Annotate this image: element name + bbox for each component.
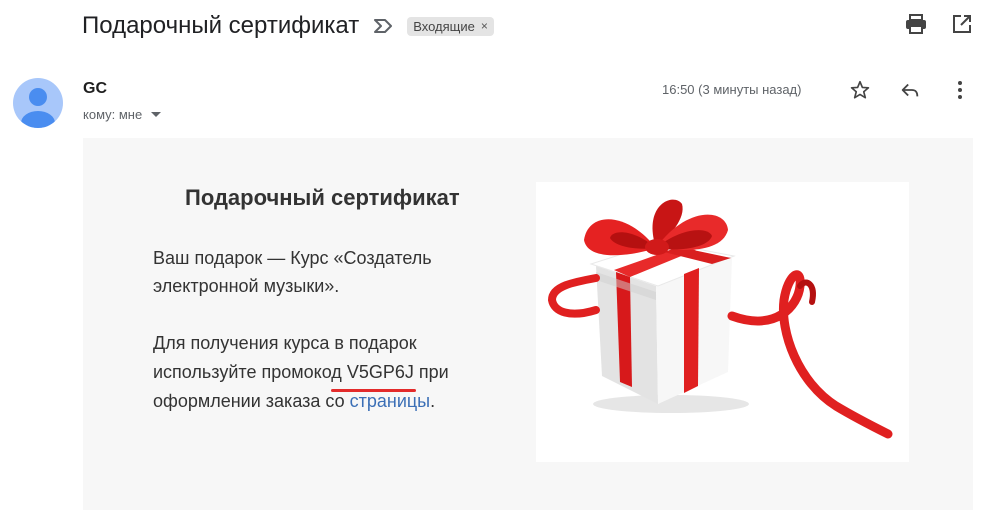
promo-text-end: . <box>430 391 436 411</box>
thread-toolbar <box>904 12 974 36</box>
sender-name[interactable]: GC <box>83 80 107 98</box>
sender-avatar[interactable] <box>13 78 63 128</box>
label-remove-button[interactable]: × <box>481 19 488 33</box>
gift-box-image <box>536 182 909 462</box>
open-in-new-window-icon[interactable] <box>950 12 974 36</box>
label-chip-inbox[interactable]: Входящие × <box>407 16 494 36</box>
subject-row: Подарочный сертификат Входящие × <box>82 8 494 44</box>
print-icon[interactable] <box>904 12 928 36</box>
reply-icon[interactable] <box>898 78 922 102</box>
promo-code-text: V5GP6J <box>346 362 414 382</box>
more-vert-icon[interactable] <box>948 78 972 102</box>
recipient-label: кому: мне <box>83 107 143 122</box>
certificate-title: Подарочный сертификат <box>185 185 460 210</box>
email-subject: Подарочный сертификат <box>82 12 360 39</box>
label-chip-text: Входящие <box>413 18 475 34</box>
promo-code[interactable]: V5GP6J <box>330 358 416 392</box>
star-icon[interactable] <box>848 78 872 102</box>
promo-code-underline <box>330 389 416 392</box>
message-timestamp: 16:50 (3 минуты назад) <box>662 82 802 97</box>
recipient-line: кому: мне <box>83 107 162 122</box>
message-actions <box>848 78 972 102</box>
email-body: Подарочный сертификат Ваш подарок — Курс… <box>83 138 973 510</box>
gift-description: Ваш подарок — Курс «Создатель электронно… <box>153 248 432 296</box>
importance-marker-icon[interactable] <box>373 18 393 34</box>
page-link[interactable]: страницы <box>350 391 431 411</box>
promo-instructions: Для получения курса в подарок используйт… <box>153 329 513 416</box>
show-details-chevron-down-icon[interactable] <box>151 112 162 117</box>
